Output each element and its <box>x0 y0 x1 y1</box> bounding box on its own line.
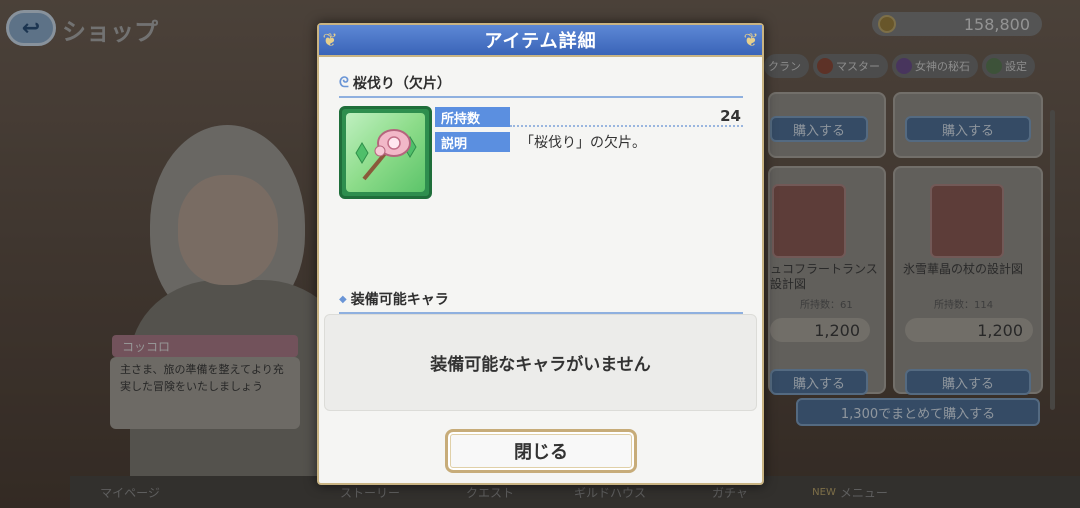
dialog-title: アイテム詳細 <box>484 31 597 52</box>
equippable-title: 装備可能キャラ <box>350 292 449 308</box>
item-name-heading: ᘓ 桜伐り（欠片） <box>339 73 743 98</box>
swirl-icon: ᘓ <box>339 75 349 91</box>
item-image <box>346 113 425 192</box>
sakura-axe-fragment-icon <box>355 129 417 181</box>
corner-ornament-icon: ❦ <box>743 30 759 51</box>
diamond-bullet-icon: ◆ <box>339 293 347 305</box>
count-value: 24 <box>720 107 741 125</box>
count-dotted-line <box>510 107 743 127</box>
equippable-empty-panel: 装備可能なキャラがいません <box>324 314 757 411</box>
dialog-header: ❦ アイテム詳細 ❦ <box>319 25 762 57</box>
close-button-label: 閉じる <box>514 442 568 463</box>
corner-ornament-icon: ❦ <box>322 30 338 51</box>
item-name: 桜伐り（欠片） <box>352 76 451 92</box>
item-detail-dialog: ❦ アイテム詳細 ❦ ᘓ 桜伐り（欠片） 所持数 24 説明 「桜伐り」の欠片。… <box>317 23 764 485</box>
close-button[interactable]: 閉じる <box>445 429 637 473</box>
count-row: 所持数 24 <box>435 106 743 128</box>
description-label: 説明 <box>435 132 510 152</box>
description-row: 説明 「桜伐り」の欠片。 <box>435 131 743 153</box>
item-thumbnail <box>339 106 432 199</box>
description-text: 「桜伐り」の欠片。 <box>520 135 646 151</box>
equippable-empty-message: 装備可能なキャラがいません <box>430 355 651 375</box>
equippable-heading: ◆ 装備可能キャラ <box>339 289 743 314</box>
count-label: 所持数 <box>435 107 510 127</box>
